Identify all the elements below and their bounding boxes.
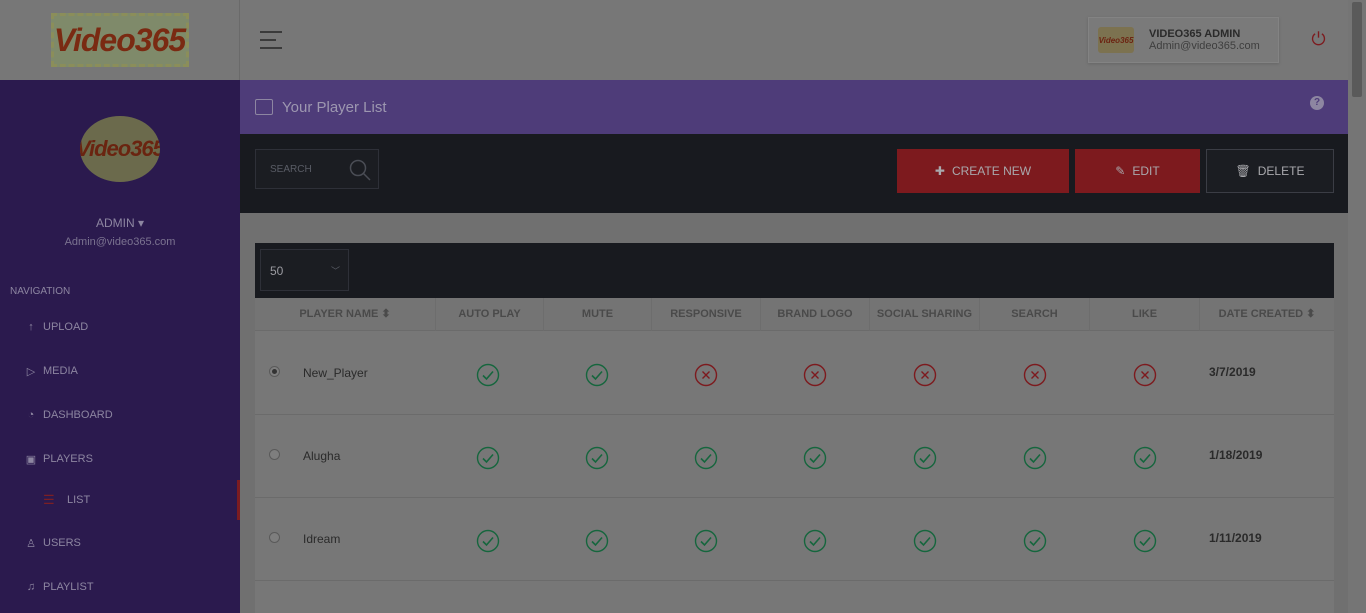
user-avatar: Video365 <box>1098 27 1134 53</box>
power-icon[interactable] <box>1310 30 1327 47</box>
col-like: LIKE <box>1090 298 1200 331</box>
date-created: 3/7/2019 <box>1209 365 1256 379</box>
table-controls: 50 ﹀ <box>255 243 1334 298</box>
nav-title: NAVIGATION <box>10 286 71 297</box>
playlist-icon: ♫ <box>26 581 36 593</box>
table-row[interactable]: Idream 1/11/2019 <box>255 498 1334 581</box>
col-mute: MUTE <box>544 298 652 331</box>
player-name: New_Player <box>303 366 368 380</box>
check-circle-icon <box>585 529 609 553</box>
player-name: Idream <box>303 532 341 546</box>
brand-logo-text: Video365 <box>53 21 186 58</box>
list-icon: ☰ <box>43 492 55 507</box>
search-box <box>255 149 379 189</box>
chevron-down-icon: ﹀ <box>330 266 340 276</box>
page-size-select[interactable]: 50 ﹀ <box>260 249 349 291</box>
cross-circle-icon <box>803 363 827 387</box>
gauge-icon: ◔ <box>27 409 35 421</box>
date-created: 1/11/2019 <box>1209 531 1262 545</box>
user-name: VIDEO365 ADMIN <box>1149 28 1241 40</box>
scrollbar-thumb[interactable] <box>1352 2 1362 97</box>
admin-avatar: Video365 <box>80 116 160 182</box>
table-header: PLAYER NAME ⬍ AUTO PLAY MUTE RESPONSIVE … <box>255 298 1334 331</box>
col-player-name[interactable]: PLAYER NAME ⬍ <box>255 298 436 331</box>
col-brand-logo: BRAND LOGO <box>761 298 870 331</box>
user-email: Admin@video365.com <box>1149 40 1260 52</box>
check-circle-icon <box>694 446 718 470</box>
upload-icon: ↑ <box>28 321 34 333</box>
check-circle-icon <box>694 529 718 553</box>
col-auto-play: AUTO PLAY <box>436 298 544 331</box>
check-circle-icon <box>585 363 609 387</box>
delete-button[interactable]: 🗑 DELETE <box>1206 149 1334 193</box>
sidebar-item-playlist[interactable]: ♫ PLAYLIST <box>0 572 240 602</box>
sidebar-item-dashboard[interactable]: ◔ DASHBOARD <box>0 400 240 430</box>
col-search: SEARCH <box>980 298 1090 331</box>
sidebar-item-list[interactable]: ☰ LIST <box>0 485 240 515</box>
check-circle-icon <box>476 446 500 470</box>
toolbar: ✚ CREATE NEW ✎ EDIT 🗑 DELETE <box>240 134 1348 213</box>
check-circle-icon <box>1023 446 1047 470</box>
check-circle-icon <box>1133 446 1157 470</box>
edit-button[interactable]: ✎ EDIT <box>1075 149 1200 193</box>
row-select-radio[interactable] <box>269 449 280 460</box>
sidebar-item-players[interactable]: ▣ PLAYERS <box>0 444 240 474</box>
admin-email: Admin@video365.com <box>64 236 176 248</box>
sidebar-item-media[interactable]: ▷ MEDIA <box>0 356 240 386</box>
admin-menu[interactable]: ADMIN ▾ <box>0 216 240 230</box>
plus-icon: ✚ <box>934 164 945 178</box>
check-circle-icon <box>803 529 827 553</box>
sidebar: Video365 ADMIN ▾ Admin@video365.com NAVI… <box>0 80 240 613</box>
player-icon: ▣ <box>25 453 37 466</box>
col-date-created[interactable]: DATE CREATED ⬍ <box>1200 298 1334 331</box>
top-bar: Video365 VIDEO365 ADMIN Admin@video365.c… <box>240 0 1348 80</box>
check-circle-icon <box>913 529 937 553</box>
menu-toggle-icon[interactable] <box>260 31 282 49</box>
check-circle-icon <box>1133 529 1157 553</box>
cross-circle-icon <box>694 363 718 387</box>
check-circle-icon <box>913 446 937 470</box>
brand-logo[interactable]: Video365 <box>50 13 189 67</box>
player-list-icon <box>255 99 273 115</box>
pencil-icon: ✎ <box>1115 164 1126 178</box>
create-new-button[interactable]: ✚ CREATE NEW <box>897 149 1069 193</box>
page-scrollbar[interactable] <box>1348 0 1366 613</box>
check-circle-icon <box>476 529 500 553</box>
cross-circle-icon <box>913 363 937 387</box>
search-icon[interactable] <box>348 158 372 182</box>
brand-logo-area[interactable]: Video365 <box>0 0 240 80</box>
user-card[interactable]: Video365 VIDEO365 ADMIN Admin@video365.c… <box>1088 17 1279 63</box>
cross-circle-icon <box>1133 363 1157 387</box>
col-responsive: RESPONSIVE <box>652 298 761 331</box>
help-icon[interactable]: ? <box>1310 96 1324 110</box>
page-title: Your Player List <box>282 98 387 116</box>
trash-icon: 🗑 <box>1235 164 1251 178</box>
check-circle-icon <box>803 446 827 470</box>
check-circle-icon <box>1023 529 1047 553</box>
sidebar-item-upload[interactable]: ↑ UPLOAD <box>0 312 240 342</box>
row-select-radio[interactable] <box>269 532 280 543</box>
cross-circle-icon <box>1023 363 1047 387</box>
player-table: 50 ﹀ PLAYER NAME ⬍ AUTO PLAY MUTE RESPON… <box>255 243 1334 613</box>
check-circle-icon <box>476 363 500 387</box>
check-circle-icon <box>585 446 609 470</box>
table-row[interactable]: Alugha 1/18/2019 <box>255 415 1334 498</box>
search-input[interactable] <box>256 150 346 188</box>
date-created: 1/18/2019 <box>1209 448 1263 462</box>
sidebar-item-users[interactable]: ♙ USERS <box>0 528 240 558</box>
player-name: Alugha <box>303 449 341 463</box>
row-select-radio[interactable] <box>269 366 280 377</box>
main-content: Your Player List ? ✚ CREATE NEW ✎ EDIT 🗑… <box>240 80 1348 613</box>
user-icon: ♙ <box>26 537 36 550</box>
play-icon: ▷ <box>26 365 36 378</box>
table-row[interactable]: New_Player 3/7/2019 <box>255 332 1334 415</box>
page-header: Your Player List ? <box>240 80 1348 134</box>
col-social-sharing: SOCIAL SHARING <box>870 298 980 331</box>
